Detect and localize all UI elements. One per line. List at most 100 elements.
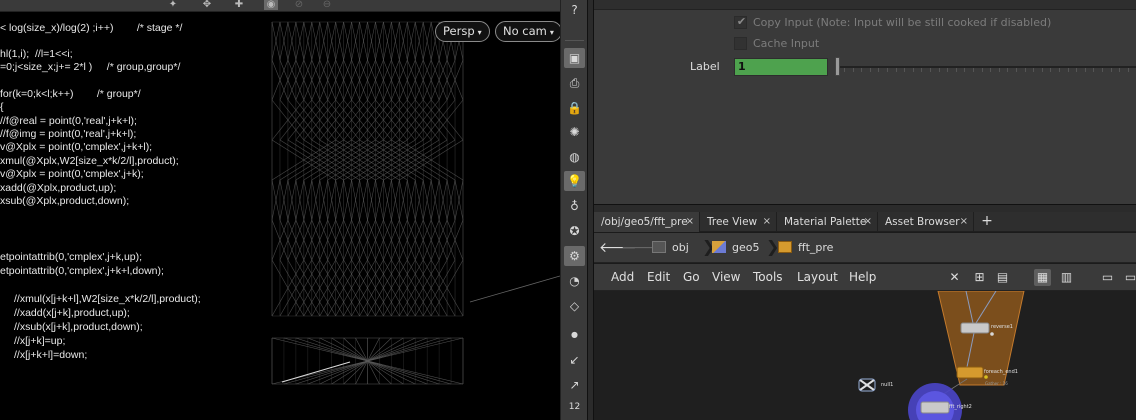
code-line: =0;j<size_x;j+= 2*l ) /* group,group*/ (0, 61, 181, 73)
template-icon[interactable]: ✪ (564, 221, 585, 241)
back-arrow-icon[interactable]: 🡐 (599, 240, 637, 256)
help-icon[interactable]: ? (564, 0, 585, 20)
wireframe-icon[interactable]: ◇ (564, 296, 585, 316)
menu-edit[interactable]: Edit (647, 270, 670, 284)
breadcrumb-fft-pre[interactable]: fft_pre (778, 238, 833, 258)
breadcrumb-label: fft_pre (798, 241, 834, 254)
tab-tree-view[interactable]: Tree View × (700, 212, 777, 232)
reverse-node[interactable] (960, 322, 990, 334)
tab-label: /obj/geo5/fft_pre (601, 216, 688, 228)
tab-asset-browser[interactable]: Asset Browser × (878, 212, 974, 232)
slider-tick (1016, 68, 1017, 72)
parameter-pane-header (594, 0, 1136, 10)
list-view-icon[interactable]: ▤ (994, 269, 1011, 286)
menu-add[interactable]: Add (611, 270, 634, 284)
slider-tick (878, 68, 880, 72)
slider-tick (1024, 68, 1026, 72)
pane-divider-vertical[interactable] (587, 0, 594, 420)
tools-icon[interactable]: ✕ (946, 269, 963, 286)
fft-node-label: fft_right2 (949, 404, 972, 410)
slider-tick (947, 68, 949, 72)
fft-node[interactable] (920, 401, 950, 414)
tab-material-palette[interactable]: Material Palette × (777, 212, 878, 232)
null-node[interactable] (858, 378, 876, 392)
menu-tools[interactable]: Tools (753, 270, 783, 284)
close-icon[interactable]: × (960, 212, 968, 232)
forward-arrow-icon[interactable]: 🡒 (621, 240, 659, 256)
vector-display-icon[interactable]: ↗ (564, 375, 585, 395)
grid-view-icon[interactable]: ▦ (1034, 269, 1051, 286)
light-icon[interactable]: ✺ (564, 122, 585, 142)
code-line: for(k=0;k<l;k++) /* group*/ (0, 88, 141, 100)
code-line: v@Xplx = point(0,'cmplex',j+k+l); (0, 141, 153, 153)
snapshot-icon[interactable]: ⎙ (564, 73, 585, 93)
code-line: //f@real = point(0,'real',j+k+l); (0, 115, 137, 127)
foreach-node-sublabel: Gather : 16 (985, 381, 1008, 386)
shading-icon[interactable]: ◍ (564, 147, 585, 167)
menu-view[interactable]: View (712, 270, 740, 284)
cache-input-checkbox[interactable] (734, 37, 747, 50)
breadcrumb-geo5[interactable]: geo5 (712, 238, 759, 258)
lamp-icon[interactable]: ♁ (564, 196, 585, 216)
code-line: //f@img = point(0,'real',j+k+l); (0, 128, 137, 140)
add-tab-icon[interactable]: + (980, 212, 994, 232)
code-line: //x[j+k+l]=down; (14, 349, 88, 361)
pane-tab-bar: /obj/geo5/fft_pre × Tree View × Material P… (594, 212, 1136, 232)
code-line: { (0, 101, 4, 113)
tab-label: Material Palette (784, 216, 867, 228)
code-line: etpointattrib(0,'cmplex',j+k+l,down); (0, 265, 164, 277)
close-icon[interactable]: × (686, 212, 694, 232)
slider-tick (955, 68, 957, 72)
label-value-field[interactable]: 1 (734, 58, 828, 76)
tree-layout-icon[interactable]: ⊞ (971, 269, 988, 286)
slider-tick (887, 68, 888, 72)
slider-tick (990, 68, 992, 72)
detail-view-icon[interactable]: ▥ (1058, 269, 1075, 286)
label-slider-handle[interactable] (835, 57, 840, 76)
chevron-down-icon: ▾ (549, 28, 554, 37)
network-editor-canvas[interactable]: reverse1 foreach_end1 Gather : 16 null1 … (594, 291, 1136, 420)
null-node-label: null1 (881, 382, 894, 388)
code-line: xadd(@Xplx,product,up); (0, 182, 117, 194)
screenshot-icon[interactable]: ▭ (1099, 269, 1116, 286)
slider-tick (1127, 68, 1129, 72)
obj-network-icon (652, 241, 666, 253)
label-slider-track[interactable] (838, 66, 1136, 68)
camera-menu-button[interactable]: No cam ▾ (495, 21, 560, 42)
close-icon[interactable]: × (763, 212, 771, 232)
breadcrumb-label: geo5 (732, 241, 760, 254)
slider-tick (1119, 68, 1121, 72)
slider-tick (869, 68, 871, 72)
label-param-label: Label (690, 60, 720, 73)
tab-label: Asset Browser (885, 216, 960, 228)
code-line: < log(size_x)/log(2) ;i++) /* stage */ (0, 22, 183, 34)
close-icon[interactable]: × (864, 212, 872, 232)
viewport-side-toolbar: ? ▣ ⎙ 🔒 ✺ ◍ 💡 ♁ ✪ ⚙ ◔ ◇ ● ↙ ↗ 12 (560, 0, 587, 420)
ghost-icon[interactable]: ⚙ (564, 246, 585, 266)
slider-tick (1050, 68, 1052, 72)
normal-display-icon[interactable]: ↙ (564, 350, 585, 370)
foreach-node-label: foreach_end1 (984, 369, 1018, 375)
network-menu-bar: Add Edit Go View Tools Layout Help ✕ ⊞ ▤… (594, 264, 1136, 291)
display-options-icon[interactable]: ▣ (564, 48, 585, 68)
parameter-pane: ✔ Copy Input (Note: Input will be still … (594, 0, 1136, 210)
point-number-toggle[interactable]: 12 (564, 402, 585, 412)
geometry-icon (712, 241, 726, 253)
foreach-end-node[interactable] (956, 366, 984, 379)
lighting-icon[interactable]: 💡 (564, 171, 585, 191)
point-display-icon[interactable]: ● (564, 325, 585, 345)
breadcrumb-obj[interactable]: obj (652, 238, 689, 258)
visibility-icon[interactable]: ◔ (564, 271, 585, 291)
tab-network-editor[interactable]: /obj/geo5/fft_pre × (594, 212, 700, 232)
copy-input-checkbox[interactable]: ✔ (734, 15, 747, 29)
menu-help[interactable]: Help (849, 270, 876, 284)
scene-viewport[interactable]: ✦ ✥ ✚ ◉ ⊘ ⊖ < log(size_x)/log(2) ;i++) /… (0, 0, 560, 420)
pane-divider-horizontal[interactable] (594, 204, 1136, 212)
lock-icon[interactable]: 🔒 (564, 98, 585, 118)
slider-tick (904, 68, 906, 72)
code-line: hl(1,i); //l=1<<i; (0, 48, 73, 60)
persp-menu-button[interactable]: Persp ▾ (435, 21, 490, 42)
more-options-icon[interactable]: ▭ (1122, 269, 1136, 286)
menu-layout[interactable]: Layout (797, 270, 838, 284)
menu-go[interactable]: Go (683, 270, 700, 284)
